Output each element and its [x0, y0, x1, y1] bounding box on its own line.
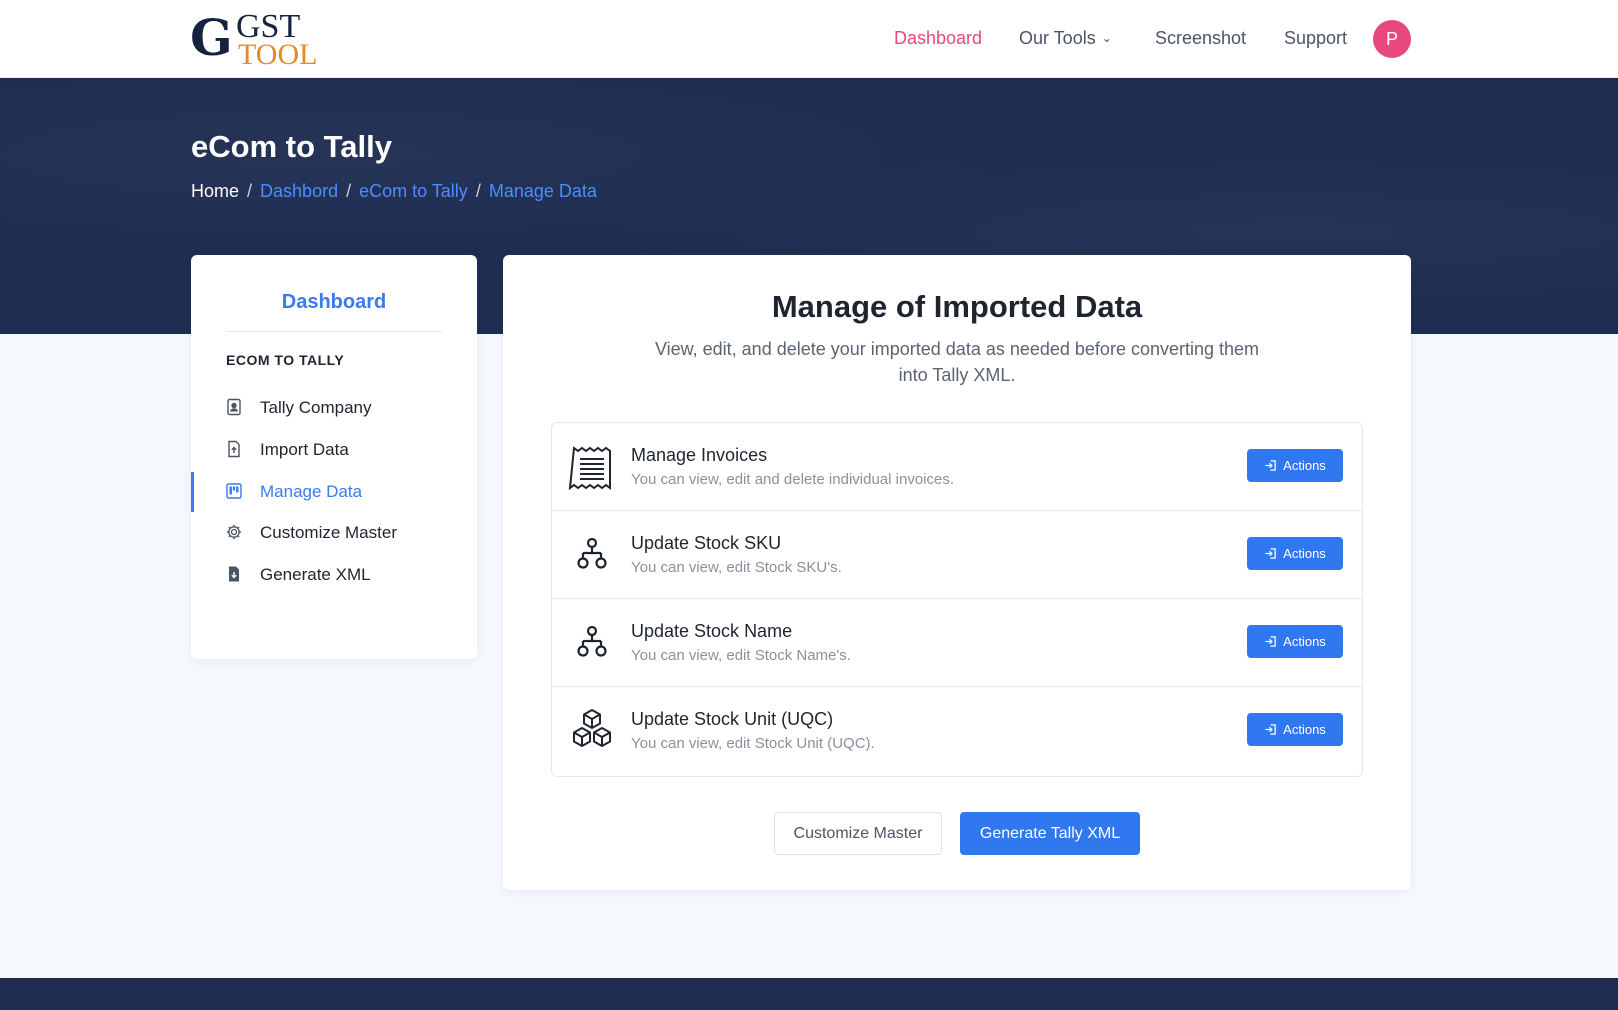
sign-in-icon [1265, 724, 1276, 735]
breadcrumb-separator: / [247, 181, 253, 201]
top-navbar: G GST TOOL Dashboard Our Tools ⌄ Screensh… [0, 0, 1618, 78]
sidebar-item-tally-company[interactable]: Tally Company [191, 388, 477, 428]
logo-text-bottom: TOOL [238, 38, 318, 71]
list-item-manage-invoices: Manage Invoices You can view, edit and d… [552, 423, 1362, 511]
sidebar-card: Dashboard ECOM TO TALLY Tally Company Im… [191, 255, 477, 659]
nav-our-tools-dropdown[interactable]: Our Tools ⌄ [1019, 28, 1112, 49]
breadcrumb-home[interactable]: Home [191, 181, 239, 201]
file-upload-icon [228, 440, 240, 458]
sidebar-item-label: Import Data [260, 440, 349, 459]
nav-our-tools-label: Our Tools [1019, 28, 1096, 48]
sidebar-item-label: Tally Company [260, 398, 372, 417]
row-title: Manage Invoices [631, 445, 768, 465]
page-title: eCom to Tally [191, 129, 392, 164]
nav-screenshot-link[interactable]: Screenshot [1155, 28, 1246, 49]
gst-tool-logo[interactable]: G GST TOOL [190, 8, 330, 71]
breadcrumb-manage-data[interactable]: Manage Data [489, 181, 597, 201]
row-title: Update Stock Name [631, 621, 793, 641]
page-footer [0, 978, 1618, 1010]
sidebar-section-heading: ECOM TO TALLY [226, 352, 345, 368]
breadcrumb: Home / Dashbord / eCom to Tally / Manage Data [191, 181, 597, 202]
customize-master-button[interactable]: Customize Master [774, 812, 942, 855]
file-download-icon [229, 566, 239, 582]
sign-in-icon [1265, 548, 1276, 559]
row-title: Update Stock SKU [631, 533, 782, 553]
receipt-icon [568, 446, 611, 491]
list-item-update-stock-unit: Update Stock Unit (UQC) You can view, ed… [552, 687, 1362, 775]
actions-button-label: Actions [1283, 634, 1326, 649]
kanban-icon [226, 483, 242, 499]
actions-button-label: Actions [1283, 546, 1326, 561]
sidebar-item-import-data[interactable]: Import Data [191, 430, 477, 470]
nav-dashboard-link[interactable]: Dashboard [894, 28, 982, 49]
sign-in-icon [1265, 460, 1276, 471]
breadcrumb-separator: / [475, 181, 481, 201]
sidebar-item-label: Manage Data [260, 482, 363, 501]
chevron-down-icon: ⌄ [1101, 31, 1112, 45]
actions-button-label: Actions [1283, 458, 1326, 473]
id-card-icon [227, 398, 241, 416]
row-description: You can view, edit and delete individual… [631, 471, 954, 488]
logo-mark: G [190, 8, 233, 67]
manage-invoices-actions-button[interactable]: Actions [1247, 449, 1343, 482]
update-stock-unit-actions-button[interactable]: Actions [1247, 713, 1343, 746]
hierarchy-icon [577, 537, 607, 569]
gear-icon [226, 524, 242, 540]
section-title: Manage of Imported Data [771, 289, 1143, 324]
sidebar-item-label: Generate XML [260, 565, 371, 584]
breadcrumb-dashboard[interactable]: Dashbord [260, 181, 338, 201]
generate-tally-xml-button[interactable]: Generate Tally XML [960, 812, 1140, 855]
update-stock-sku-actions-button[interactable]: Actions [1247, 537, 1343, 570]
update-stock-name-actions-button[interactable]: Actions [1247, 625, 1343, 658]
sidebar-item-generate-xml[interactable]: Generate XML [191, 555, 477, 595]
breadcrumb-ecom-to-tally[interactable]: eCom to Tally [359, 181, 468, 201]
boxes-icon [573, 709, 611, 747]
data-actions-list: Manage Invoices You can view, edit and d… [551, 422, 1363, 777]
breadcrumb-separator: / [346, 181, 352, 201]
sidebar-title[interactable]: Dashboard [191, 291, 477, 314]
hierarchy-icon [577, 625, 607, 657]
row-description: You can view, edit Stock Unit (UQC). [631, 735, 875, 752]
row-description: You can view, edit Stock Name's. [631, 647, 851, 664]
actions-button-label: Actions [1283, 722, 1326, 737]
sidebar-item-manage-data[interactable]: Manage Data [191, 472, 477, 512]
section-subtitle: View, edit, and delete your imported dat… [654, 339, 1260, 385]
main-content-card: Manage of Imported Data View, edit, and … [503, 255, 1411, 890]
sidebar-divider [226, 331, 442, 332]
sidebar-item-customize-master[interactable]: Customize Master [191, 513, 477, 553]
user-avatar[interactable]: P [1373, 20, 1411, 58]
sidebar-item-label: Customize Master [260, 523, 397, 542]
row-title: Update Stock Unit (UQC) [631, 709, 834, 729]
list-item-update-stock-sku: Update Stock SKU You can view, edit Stoc… [552, 511, 1362, 599]
sign-in-icon [1265, 636, 1276, 647]
list-item-update-stock-name: Update Stock Name You can view, edit Sto… [552, 599, 1362, 687]
row-description: You can view, edit Stock SKU's. [631, 559, 842, 576]
nav-support-link[interactable]: Support [1284, 28, 1347, 49]
